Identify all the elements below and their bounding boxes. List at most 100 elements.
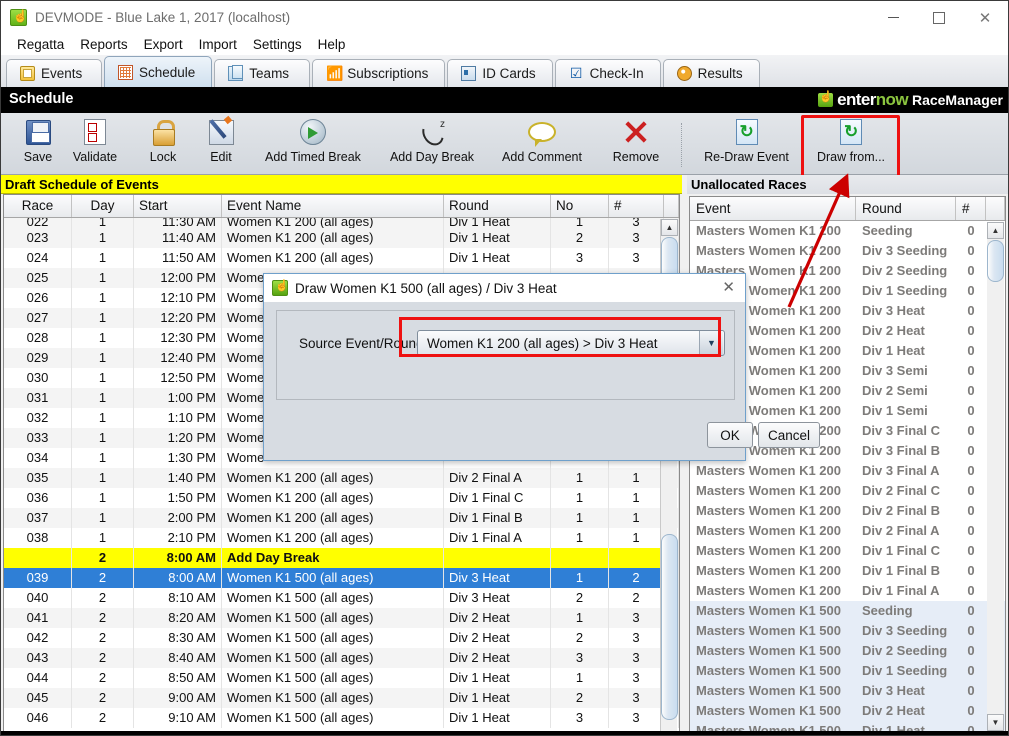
list-item[interactable]: Masters Women K1 200 Div 3 Final A 0 [690, 461, 1005, 481]
list-item[interactable]: Masters Women K1 200 Div 1 Final B 0 [690, 561, 1005, 581]
menu-item-import[interactable]: Import [191, 34, 245, 55]
cell-day: 1 [72, 468, 134, 488]
table-row[interactable]: 022 1 11:30 AM Women K1 200 (all ages) Div 1… [4, 218, 679, 228]
toolbar-add-comment-button[interactable]: Add Comment [486, 116, 598, 172]
unallocated-vertical-scrollbar[interactable]: ▲ ▼ [987, 222, 1004, 731]
column-header-count[interactable]: # [956, 197, 986, 220]
tab-results[interactable]: Results [662, 59, 760, 87]
cell-race: 038 [4, 528, 72, 548]
padlock-icon [153, 120, 175, 146]
tab-id-cards[interactable]: ID Cards [447, 59, 553, 87]
dialog-close-button[interactable]: ✕ [722, 278, 735, 296]
cell-race: 033 [4, 428, 72, 448]
cell-n: 0 [967, 323, 975, 338]
scroll-up-arrow-icon[interactable]: ▲ [987, 222, 1004, 239]
menu-item-reports[interactable]: Reports [72, 34, 135, 55]
scroll-up-arrow-icon[interactable]: ▲ [661, 219, 678, 236]
cell-race: 032 [4, 408, 72, 428]
table-row[interactable]: 2 8:00 AM Add Day Break [4, 548, 679, 568]
menu-item-help[interactable]: Help [310, 34, 354, 55]
cell-race: 040 [4, 588, 72, 608]
toolbar-validate-button[interactable]: Validate [58, 116, 132, 172]
column-header-no[interactable]: No [551, 195, 609, 217]
column-header-day[interactable]: Day [72, 195, 134, 217]
cell-round: Div 1 Seeding [862, 283, 948, 298]
toolbar-remove-button[interactable]: Remove [598, 116, 674, 172]
list-item[interactable]: Masters Women K1 200 Div 1 Final C 0 [690, 541, 1005, 561]
maximize-button[interactable] [916, 1, 962, 34]
list-item[interactable]: Masters Women K1 500 Seeding 0 [690, 601, 1005, 621]
toolbar-add-timed-break-button[interactable]: Add Timed Break [249, 116, 377, 172]
list-item[interactable]: Masters Women K1 500 Div 2 Heat 0 [690, 701, 1005, 721]
tab-check-in[interactable]: ☑ Check-In [554, 59, 661, 87]
table-row[interactable]: 024 1 11:50 AM Women K1 200 (all ages) Div 1… [4, 248, 679, 268]
column-header-round[interactable]: Round [444, 195, 551, 217]
toolbar-edit-button[interactable]: Edit [184, 116, 258, 172]
table-row[interactable]: 038 1 2:10 PM Women K1 200 (all ages) Div 1 … [4, 528, 679, 548]
cell-day: 1 [72, 428, 134, 448]
scroll-thumb[interactable] [987, 240, 1004, 282]
cell-day: 1 [72, 448, 134, 468]
dialog-cancel-button[interactable]: Cancel [758, 422, 820, 448]
table-row[interactable]: 039 2 8:00 AM Women K1 500 (all ages) Div 3 … [4, 568, 679, 588]
cell-no: 1 [551, 488, 609, 508]
cell-n: 0 [967, 383, 975, 398]
table-row[interactable]: 023 1 11:40 AM Women K1 200 (all ages) Div 1… [4, 228, 679, 248]
list-item[interactable]: Masters Women K1 500 Div 3 Heat 0 [690, 681, 1005, 701]
tab-events[interactable]: Events [6, 59, 102, 87]
cell-day: 2 [72, 548, 134, 568]
toolbar-draw-from-content[interactable]: Draw from... [813, 116, 889, 172]
list-item[interactable]: Masters Women K1 200 Div 3 Seeding 0 [690, 241, 1005, 261]
scroll-down-arrow-icon[interactable]: ▼ [987, 714, 1004, 731]
source-event-round-dropdown[interactable]: Women K1 200 (all ages) > Div 3 Heat ▼ [417, 330, 725, 356]
chevron-down-icon[interactable]: ▼ [699, 331, 723, 355]
list-item[interactable]: Masters Women K1 200 Div 2 Final C 0 [690, 481, 1005, 501]
scroll-thumb[interactable] [661, 534, 678, 720]
list-item[interactable]: Masters Women K1 200 Div 2 Final B 0 [690, 501, 1005, 521]
dialog-ok-button[interactable]: OK [707, 422, 753, 448]
cell-num: 1 [609, 528, 664, 548]
cell-no: 2 [551, 628, 609, 648]
list-item[interactable]: Masters Women K1 500 Div 1 Seeding 0 [690, 661, 1005, 681]
table-row[interactable]: 042 2 8:30 AM Women K1 500 (all ages) Div 2 … [4, 628, 679, 648]
column-header-start[interactable]: Start [134, 195, 222, 217]
table-row[interactable]: 044 2 8:50 AM Women K1 500 (all ages) Div 1 … [4, 668, 679, 688]
toolbar-add-day-break-button[interactable]: z Add Day Break [373, 116, 491, 172]
cell-event: Masters Women K1 500 [696, 703, 841, 718]
tab-teams[interactable]: Teams [214, 59, 311, 87]
table-row[interactable]: 046 2 9:10 AM Women K1 500 (all ages) Div 1 … [4, 708, 679, 728]
column-header-event-name[interactable]: Event Name [222, 195, 444, 217]
tab-label: Teams [249, 66, 290, 81]
column-header-pad [986, 197, 1005, 220]
cell-n: 0 [967, 483, 975, 498]
table-row[interactable]: 043 2 8:40 AM Women K1 500 (all ages) Div 2 … [4, 648, 679, 668]
cell-start: 12:40 PM [134, 348, 222, 368]
table-row[interactable]: 036 1 1:50 PM Women K1 200 (all ages) Div 1 … [4, 488, 679, 508]
list-item[interactable]: Masters Women K1 200 Seeding 0 [690, 221, 1005, 241]
table-row[interactable]: 045 2 9:00 AM Women K1 500 (all ages) Div 1 … [4, 688, 679, 708]
table-row[interactable]: 037 1 2:00 PM Women K1 200 (all ages) Div 1 … [4, 508, 679, 528]
column-header-event[interactable]: Event [690, 197, 856, 220]
menu-item-regatta[interactable]: Regatta [9, 34, 72, 55]
cell-start: 9:10 AM [134, 708, 222, 728]
list-item[interactable]: Masters Women K1 200 Div 2 Final A 0 [690, 521, 1005, 541]
source-event-round-label: Source Event/Round [299, 336, 424, 351]
toolbar-label: Draw from... [816, 150, 886, 164]
list-item[interactable]: Masters Women K1 500 Div 3 Seeding 0 [690, 621, 1005, 641]
list-item[interactable]: Masters Women K1 500 Div 2 Seeding 0 [690, 641, 1005, 661]
tab-schedule[interactable]: Schedule [104, 56, 213, 87]
toolbar-re-draw-event-button[interactable]: Re-Draw Event [694, 116, 799, 172]
table-row[interactable]: 040 2 8:10 AM Women K1 500 (all ages) Div 3 … [4, 588, 679, 608]
tab-subscriptions[interactable]: 📶 Subscriptions [312, 59, 446, 87]
table-row[interactable]: 035 1 1:40 PM Women K1 200 (all ages) Div 2 … [4, 468, 679, 488]
minimize-button[interactable] [870, 1, 916, 34]
menu-item-settings[interactable]: Settings [245, 34, 310, 55]
column-header-number[interactable]: # [609, 195, 664, 217]
table-row[interactable]: 041 2 8:20 AM Women K1 500 (all ages) Div 2 … [4, 608, 679, 628]
list-item[interactable]: Masters Women K1 200 Div 1 Final A 0 [690, 581, 1005, 601]
cell-race: 046 [4, 708, 72, 728]
menu-item-export[interactable]: Export [136, 34, 191, 55]
column-header-round[interactable]: Round [856, 197, 956, 220]
close-window-button[interactable]: ✕ [962, 1, 1008, 34]
column-header-race[interactable]: Race [4, 195, 72, 217]
